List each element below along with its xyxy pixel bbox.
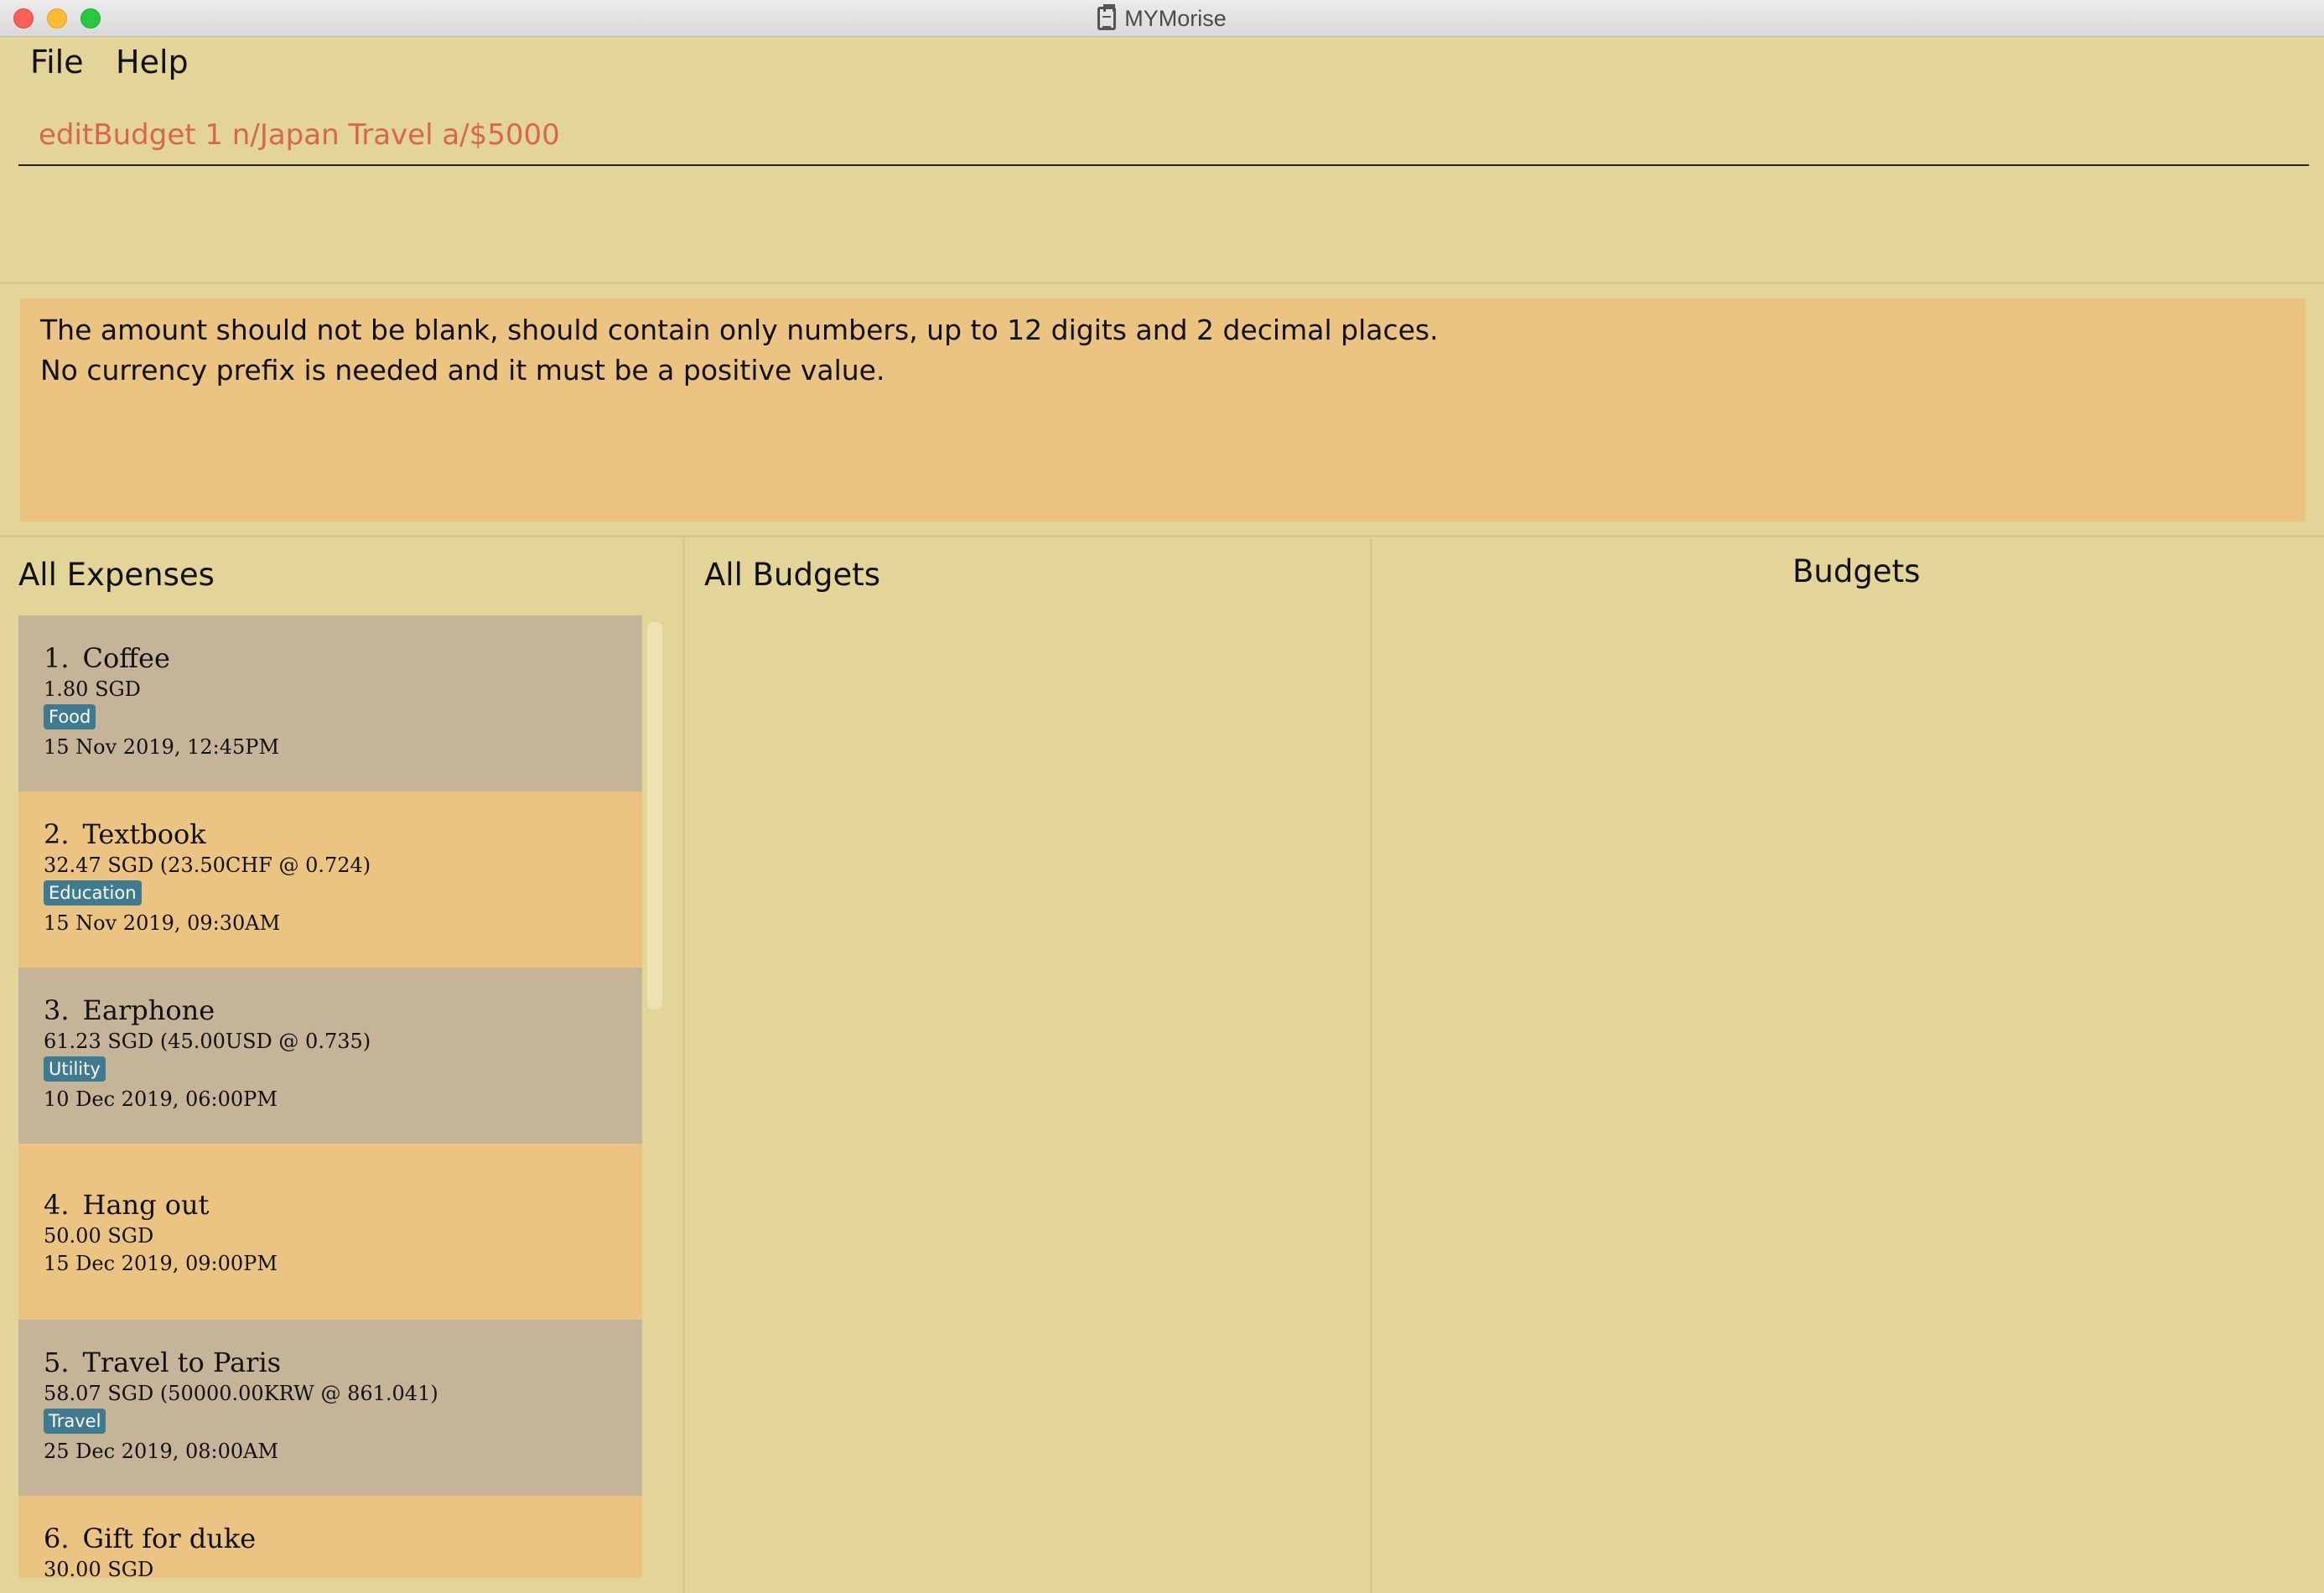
expense-list-scrollbar[interactable] — [647, 622, 662, 1009]
clipboard-icon — [1097, 4, 1117, 30]
expense-name: Hang out — [82, 1189, 210, 1221]
expense-title: 5. Travel to Paris — [44, 1345, 642, 1380]
expense-name: Textbook — [82, 818, 206, 850]
expense-title: 6. Gift for duke — [44, 1521, 642, 1556]
expense-index: 1. — [44, 642, 70, 674]
expense-amount: 32.47 SGD (23.50CHF @ 0.724) — [44, 854, 371, 877]
expense-tag: Education — [44, 880, 142, 905]
expense-amount: 1.80 SGD — [44, 677, 141, 701]
panel-separator-right — [1370, 538, 1372, 1593]
expense-amount: 61.23 SGD (45.00USD @ 0.735) — [44, 1030, 371, 1053]
expense-amount: 50.00 SGD — [44, 1224, 154, 1248]
expense-tag: Food — [44, 704, 96, 729]
expense-card[interactable]: 6. Gift for duke 30.00 SGD — [18, 1496, 642, 1578]
expense-index: 5. — [44, 1347, 70, 1378]
expense-date: 15 Nov 2019, 12:45PM — [44, 735, 280, 759]
expense-title: 4. Hang out — [44, 1187, 642, 1222]
result-message-line-1: The amount should not be blank, should c… — [40, 314, 1439, 346]
result-display: The amount should not be blank, should c… — [20, 298, 2306, 521]
divider-top — [0, 282, 2324, 284]
window-title-area: MYMorise — [0, 0, 2324, 37]
expense-date: 25 Dec 2019, 08:00AM — [44, 1440, 279, 1463]
expense-index: 2. — [44, 818, 70, 850]
result-message-line-2: No currency prefix is needed and it must… — [40, 354, 885, 387]
expense-title: 3. Earphone — [44, 993, 642, 1028]
expense-list[interactable]: 1. Coffee 1.80 SGD Food 15 Nov 2019, 12:4… — [18, 615, 642, 1578]
budget-detail-panel-title: Budgets — [1792, 553, 1921, 589]
expenses-panel-title: All Expenses — [18, 557, 215, 593]
expense-card[interactable]: 1. Coffee 1.80 SGD Food 15 Nov 2019, 12:4… — [18, 615, 642, 791]
expense-card[interactable]: 5. Travel to Paris 58.07 SGD (50000.00KRW… — [18, 1320, 642, 1496]
window-titlebar: MYMorise — [0, 0, 2324, 37]
expense-date: 10 Dec 2019, 06:00PM — [44, 1087, 278, 1111]
expense-name: Gift for duke — [82, 1523, 257, 1554]
expense-index: 4. — [44, 1189, 70, 1221]
expense-name: Coffee — [82, 642, 170, 674]
divider-middle — [0, 535, 2324, 537]
expense-title: 1. Coffee — [44, 641, 642, 676]
expense-tag: Utility — [44, 1056, 106, 1082]
expense-date: 15 Dec 2019, 09:00PM — [44, 1252, 278, 1275]
expense-amount: 58.07 SGD (50000.00KRW @ 861.041) — [44, 1382, 438, 1405]
expense-amount: 30.00 SGD — [44, 1558, 154, 1578]
menu-help[interactable]: Help — [116, 44, 189, 80]
expense-name: Travel to Paris — [82, 1347, 282, 1378]
expense-card[interactable]: 3. Earphone 61.23 SGD (45.00USD @ 0.735) … — [18, 968, 642, 1144]
command-box — [18, 101, 2309, 166]
menu-bar: File Help — [0, 37, 2324, 91]
menu-file[interactable]: File — [30, 44, 84, 80]
expense-card[interactable]: 4. Hang out 50.00 SGD 15 Dec 2019, 09:00P… — [18, 1144, 642, 1320]
window-title: MYMorise — [1124, 5, 1227, 31]
budgets-panel-title: All Budgets — [704, 557, 880, 593]
expense-title: 2. Textbook — [44, 817, 642, 852]
panel-separator-left — [682, 538, 685, 1593]
expense-index: 3. — [44, 994, 70, 1026]
expense-name: Earphone — [82, 994, 215, 1026]
expense-card[interactable]: 2. Textbook 32.47 SGD (23.50CHF @ 0.724) … — [18, 791, 642, 968]
expense-tag: Travel — [44, 1409, 106, 1434]
command-input[interactable] — [39, 114, 2285, 156]
expense-index: 6. — [44, 1523, 70, 1554]
expense-date: 15 Nov 2019, 09:30AM — [44, 911, 281, 935]
